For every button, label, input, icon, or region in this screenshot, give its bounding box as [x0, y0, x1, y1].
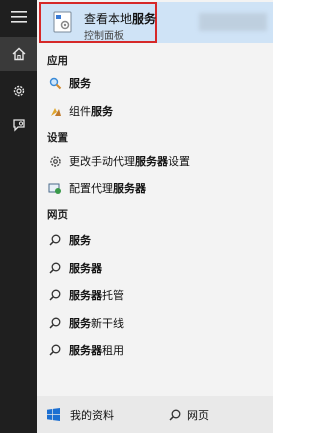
result-web-3[interactable]: 服务器托管 [37, 284, 273, 306]
gear-icon [47, 153, 63, 169]
result-label: 服务 [69, 77, 91, 90]
section-web: 网页 [47, 209, 68, 221]
result-app-component-services[interactable]: 组件服务 [37, 100, 273, 122]
result-label: 配置代理服务器 [69, 182, 146, 195]
result-web-4[interactable]: 服务新干线 [37, 312, 273, 334]
best-match-result[interactable]: 查看本地服务 控制面板 [39, 2, 157, 43]
result-label: 服务 [69, 234, 91, 247]
web-label: 网页 [187, 408, 209, 422]
result-setting-proxy-config[interactable]: 配置代理服务器 [37, 177, 273, 199]
web-search-button[interactable]: 网页 [157, 396, 273, 433]
best-match-row: 查看本地服务 控制面板 [39, 2, 273, 43]
my-stuff-label: 我的资料 [70, 408, 114, 422]
search-icon [47, 232, 63, 248]
menu-button[interactable] [0, 0, 37, 34]
result-label: 服务新干线 [69, 317, 124, 330]
home-icon [12, 47, 25, 61]
search-icon [169, 409, 181, 421]
services-app-icon [53, 11, 72, 33]
result-label: 服务器 [69, 262, 102, 275]
result-setting-proxy-manual[interactable]: 更改手动代理服务器设置 [37, 150, 273, 172]
bottom-filter-bar: 我的资料 网页 [37, 396, 273, 433]
blurred-region [199, 13, 267, 31]
feedback-button[interactable] [0, 108, 37, 142]
feedback-icon [12, 119, 25, 132]
component-services-icon [47, 103, 63, 119]
hamburger-icon [10, 11, 27, 23]
my-stuff-button[interactable]: 我的资料 [37, 396, 157, 433]
search-magnifier-colored-icon [47, 75, 63, 91]
gear-icon [13, 85, 24, 97]
section-settings: 设置 [47, 132, 68, 144]
sidebar [0, 0, 37, 433]
proxy-config-icon [47, 180, 63, 196]
settings-button[interactable] [0, 74, 37, 108]
search-icon [47, 315, 63, 331]
home-button[interactable] [0, 37, 37, 71]
best-match-title: 查看本地服务 [84, 12, 157, 26]
search-icon [47, 342, 63, 358]
search-results-panel: 查看本地服务 控制面板 应用 服务 组件服务 设置 更改手动代理服务器设置 配置… [37, 0, 273, 433]
result-app-services[interactable]: 服务 [37, 72, 273, 94]
result-label: 组件服务 [69, 105, 113, 118]
result-label: 更改手动代理服务器设置 [69, 155, 190, 168]
search-icon [47, 260, 63, 276]
result-label: 服务器租用 [69, 344, 124, 357]
section-apps: 应用 [47, 55, 68, 67]
windows-logo-icon [47, 408, 60, 421]
result-web-5[interactable]: 服务器租用 [37, 339, 273, 361]
result-web-1[interactable]: 服务 [37, 229, 273, 251]
result-label: 服务器托管 [69, 289, 124, 302]
search-icon [47, 287, 63, 303]
best-match-subtitle: 控制面板 [84, 31, 124, 42]
result-web-2[interactable]: 服务器 [37, 257, 273, 279]
